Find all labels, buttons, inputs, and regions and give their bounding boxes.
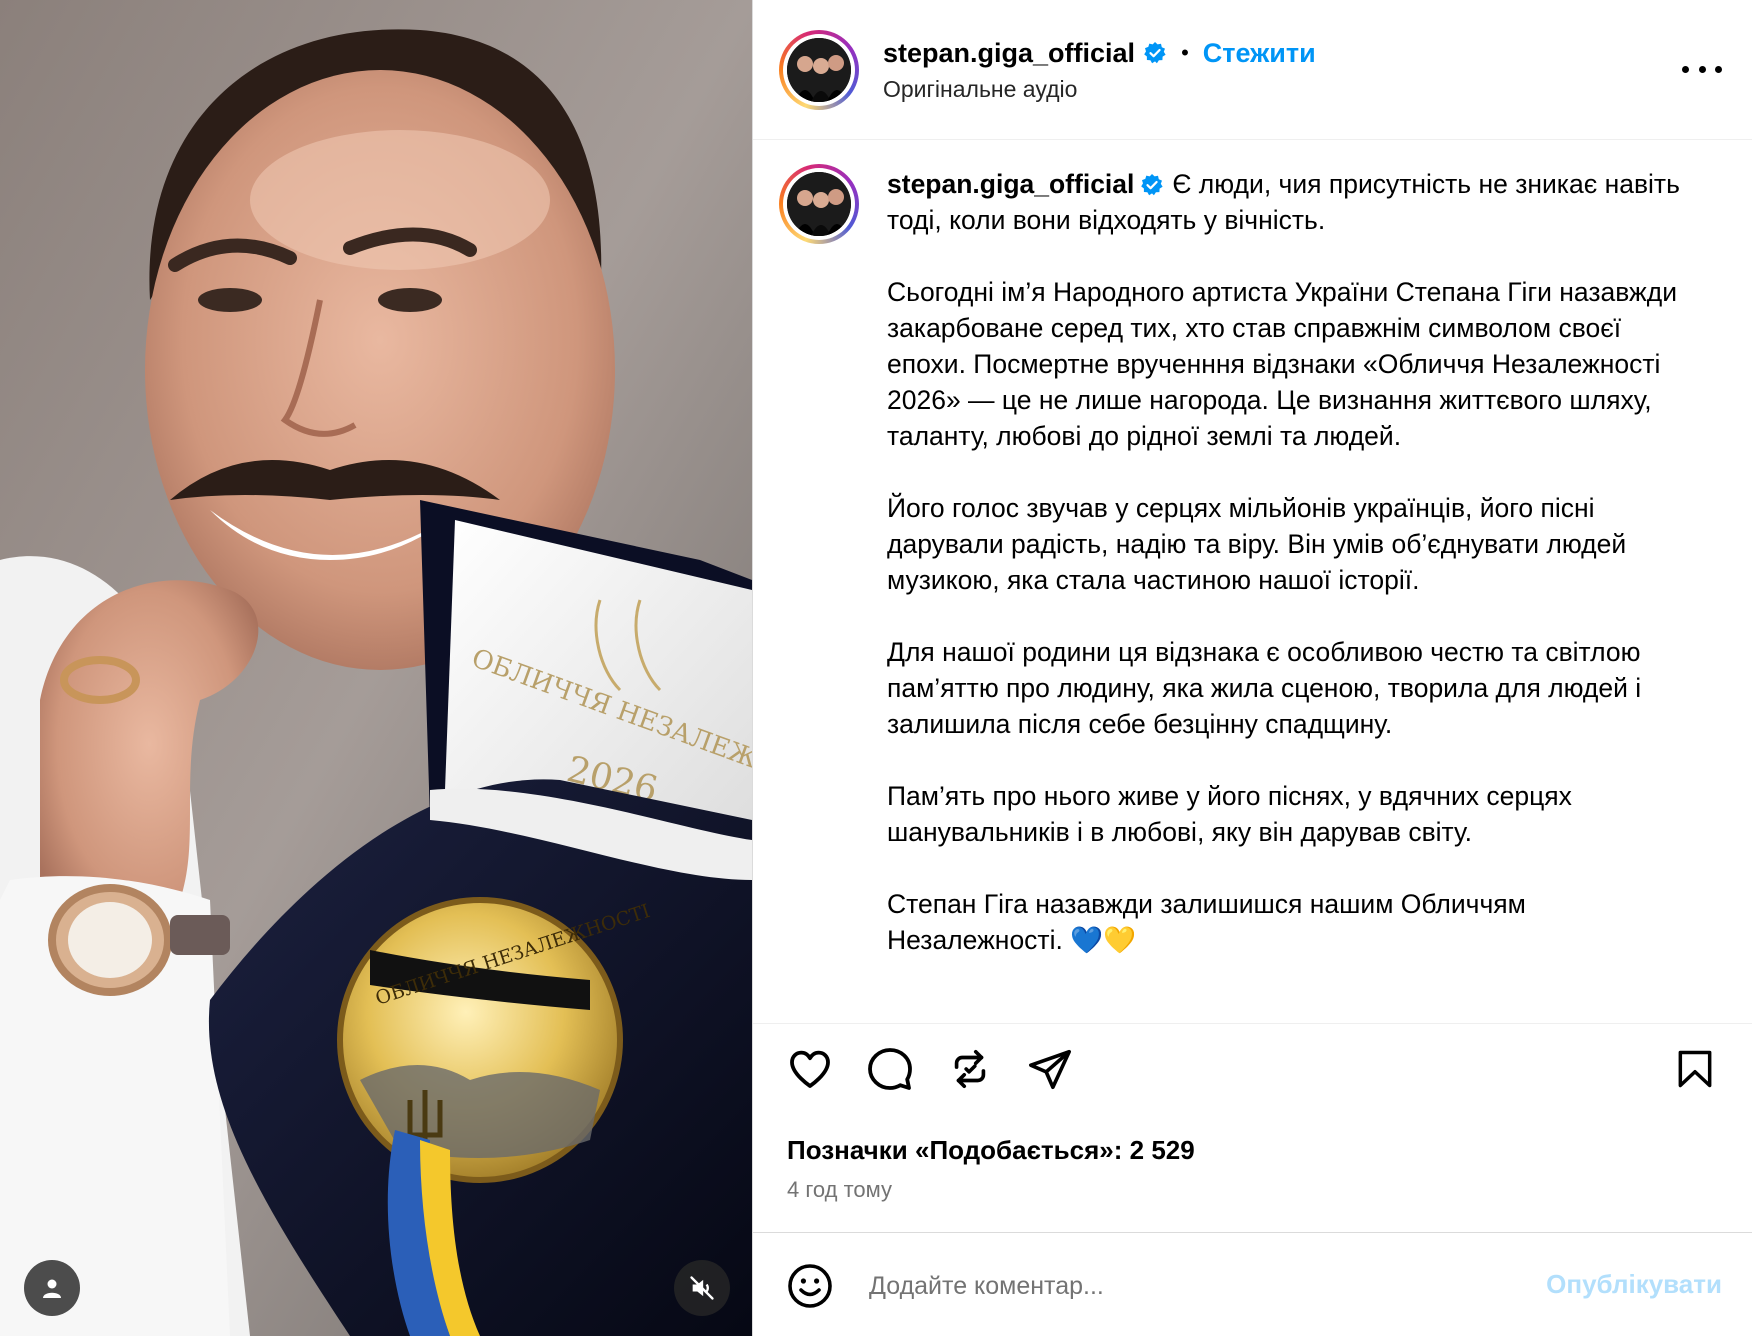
user-icon (43, 1279, 61, 1298)
smiley-icon (788, 1264, 832, 1308)
mute-button[interactable] (674, 1260, 730, 1316)
bookmark-icon (1678, 1050, 1712, 1088)
comment-input[interactable] (867, 1259, 1511, 1313)
original-audio-link[interactable]: Оригінальне аудіо (883, 76, 1077, 103)
repost-button[interactable] (943, 1042, 997, 1096)
likes-label: Позначки «Подобається»: (787, 1135, 1123, 1165)
caption-username[interactable]: stepan.giga_official (887, 169, 1134, 199)
post-side-panel: stepan.giga_official • Стежити Оригіналь… (752, 0, 1752, 1336)
header-name-row: stepan.giga_official • Стежити (883, 36, 1316, 70)
share-button[interactable] (1023, 1042, 1077, 1096)
publish-comment-button[interactable]: Опублікувати (1546, 1269, 1722, 1300)
caption-author-avatar[interactable] (779, 164, 859, 244)
caption-paragraph: Сьогодні ім’я Народного артиста України … (887, 277, 1678, 451)
avatar-image (787, 172, 851, 236)
follow-button[interactable]: Стежити (1203, 38, 1316, 69)
heart-icon (790, 1050, 830, 1088)
caption-paragraph: Степан Гіга назавжди залишишся нашим Обл… (887, 889, 1526, 955)
avatar-image (787, 38, 851, 102)
comment-icon (868, 1048, 912, 1090)
verified-badge-icon (1140, 173, 1164, 197)
verified-badge-icon (1143, 41, 1167, 65)
like-button[interactable] (783, 1042, 837, 1096)
caption-paragraph: Його голос звучав у серцях мільйонів укр… (887, 493, 1627, 595)
post-timestamp[interactable]: 4 год тому (787, 1177, 892, 1203)
comment-button[interactable] (863, 1042, 917, 1096)
tagged-users-button[interactable] (24, 1260, 80, 1316)
instagram-post-view: ОБЛИЧЧЯ НЕЗАЛЕЖНО 2026 ОБЛИЧЧЯ НЕЗАЛЕЖНО… (0, 0, 1752, 1336)
more-horizontal-icon (1682, 65, 1689, 73)
repost-icon (954, 1049, 986, 1089)
post-header: stepan.giga_official • Стежити Оригіналь… (753, 0, 1752, 140)
caption-paragraph: Пам’ять про нього живе у його піснях, у … (887, 781, 1572, 847)
author-username[interactable]: stepan.giga_official (883, 38, 1135, 69)
likes-number: 2 529 (1129, 1135, 1195, 1165)
caption-paragraph: Для нашої родини ця відзнака є особливою… (887, 637, 1642, 739)
share-icon (1029, 1049, 1071, 1090)
author-avatar[interactable] (779, 30, 859, 110)
post-photo: ОБЛИЧЧЯ НЕЗАЛЕЖНО 2026 ОБЛИЧЧЯ НЕЗАЛЕЖНО… (0, 0, 752, 1336)
separator-dot: • (1181, 40, 1189, 65)
speaker-muted-icon (690, 1276, 714, 1300)
post-actions: Позначки «Подобається»: 2 529 4 год тому (753, 1024, 1752, 1204)
caption-first-paragraph: stepan.giga_official Є люди, чия присутні… (887, 166, 1707, 238)
save-button[interactable] (1668, 1042, 1722, 1096)
emoji-button[interactable] (785, 1261, 835, 1311)
post-caption: stepan.giga_official Є люди, чия присутні… (887, 166, 1707, 994)
comments-scroll-area[interactable]: stepan.giga_official Є люди, чия присутні… (753, 140, 1752, 1024)
more-options-button[interactable] (1682, 52, 1722, 86)
comment-bar: Опублікувати (753, 1232, 1752, 1336)
post-media[interactable]: ОБЛИЧЧЯ НЕЗАЛЕЖНО 2026 ОБЛИЧЧЯ НЕЗАЛЕЖНО… (0, 0, 752, 1336)
likes-count[interactable]: Позначки «Подобається»: 2 529 (787, 1135, 1195, 1166)
